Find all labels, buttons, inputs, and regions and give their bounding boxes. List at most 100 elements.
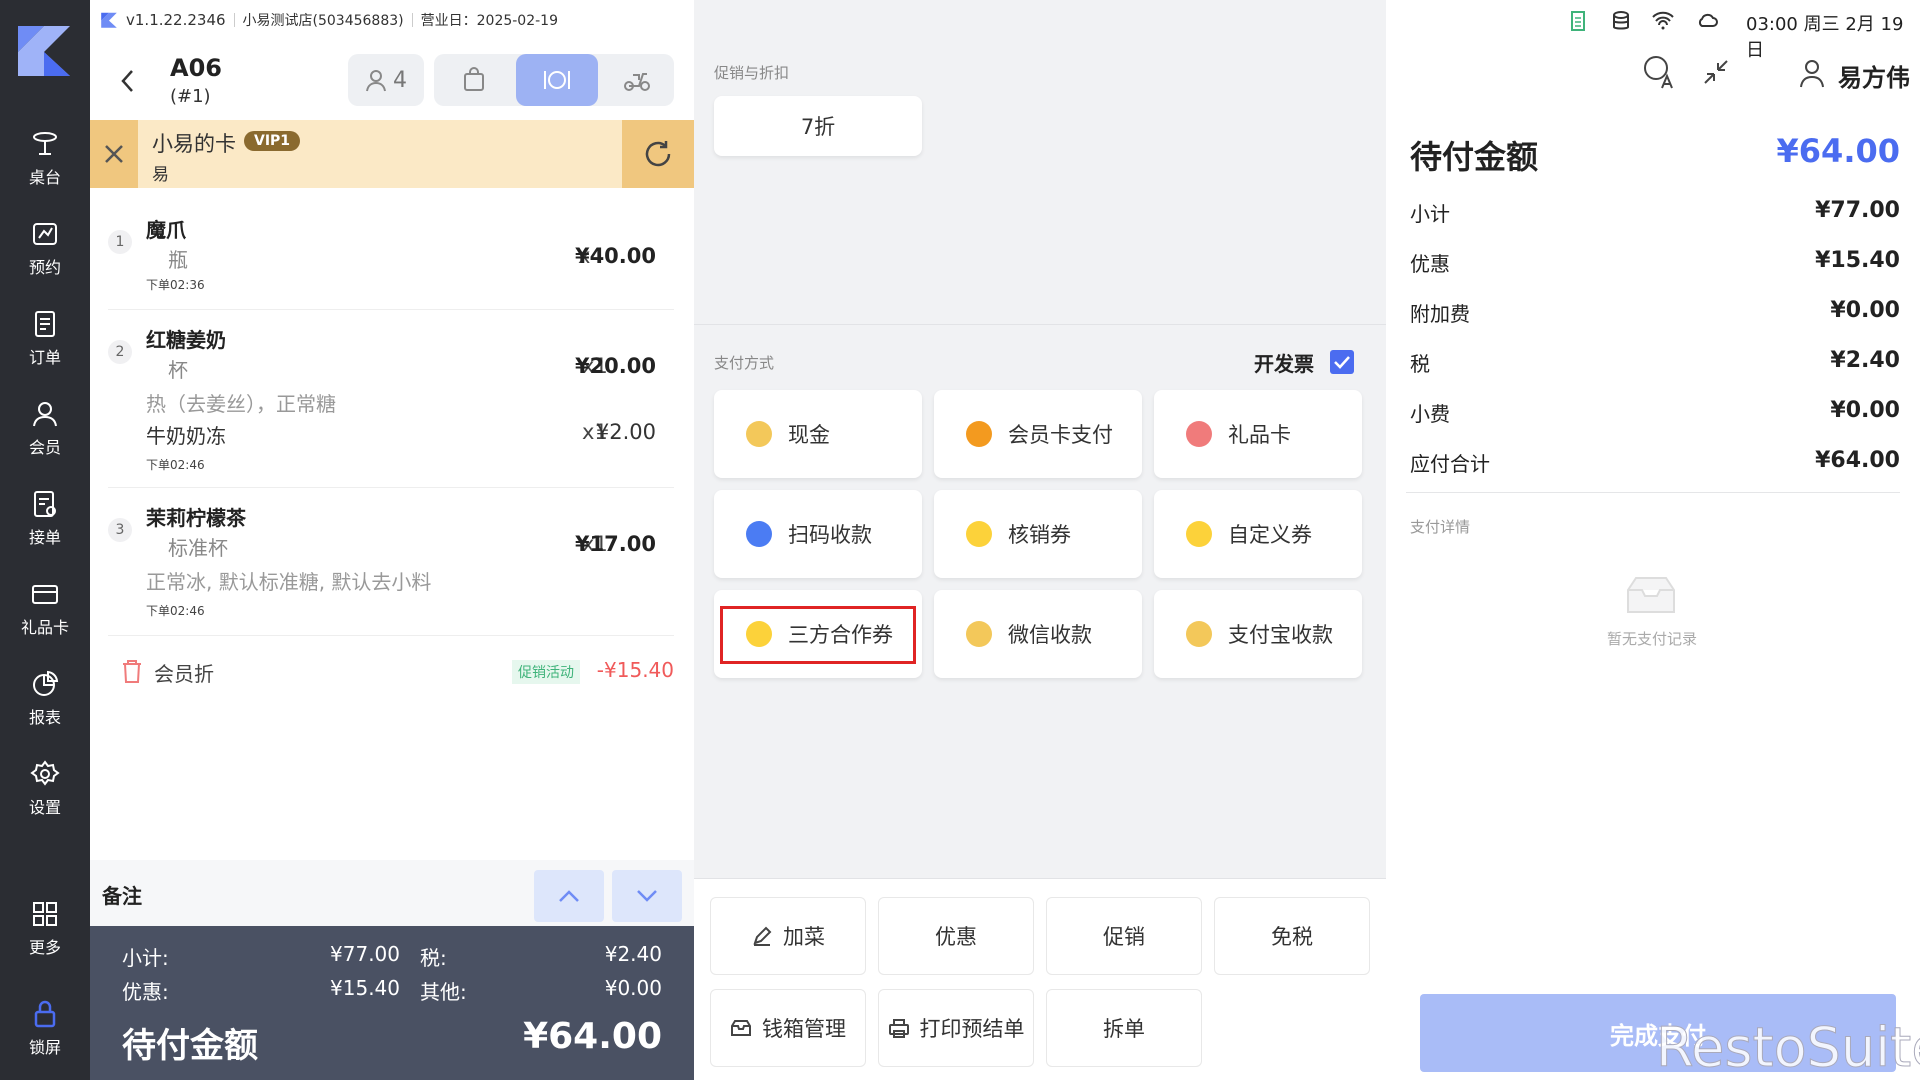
footer-other-label: 其他: (420, 980, 467, 1004)
alipay-icon (1186, 621, 1212, 647)
dine-in-mode-button[interactable] (516, 54, 598, 106)
refresh-member-button[interactable] (622, 120, 694, 188)
delivery-mode-button[interactable] (600, 54, 674, 106)
scroll-up-button[interactable] (534, 870, 604, 922)
settings-icon (30, 760, 60, 786)
sim-icon (1571, 11, 1585, 31)
person-icon (366, 70, 386, 92)
tax-free-button[interactable]: 免税 (1214, 897, 1370, 975)
nav-item-order[interactable]: 订单 (0, 300, 90, 380)
row-label: 优惠 (1410, 252, 1450, 276)
item-price: ¥40.00 (574, 244, 656, 268)
row-label: 小计 (1410, 202, 1450, 226)
payment-detail-label: 支付详情 (1410, 518, 1471, 536)
pay-scan-button[interactable]: 扫码收款 (714, 490, 922, 578)
takeaway-mode-button[interactable] (434, 54, 514, 106)
action-bar: 加菜 优惠 促销 免税 钱箱管理 打印预结单 拆单 (694, 878, 1386, 1080)
scroll-down-button[interactable] (612, 870, 682, 922)
nav-item-more[interactable]: 更多 (0, 890, 90, 970)
chevron-down-icon (637, 890, 657, 902)
order-item[interactable]: 1 魔爪 瓶 x4 ¥40.00 下单02:36 (108, 200, 674, 310)
promo-tag: 促销活动 (512, 660, 580, 684)
summary-row-surcharge: 附加费 ¥0.00 (1410, 298, 1900, 327)
nav-item-settings[interactable]: 设置 (0, 750, 90, 830)
split-bill-button[interactable]: 拆单 (1046, 989, 1202, 1067)
back-arrow-icon[interactable] (118, 68, 138, 94)
pay-custom-coupon-button[interactable]: 自定义券 (1154, 490, 1362, 578)
footer-due-label: 待付金额 (122, 1026, 258, 1066)
table-name: A06 (170, 54, 222, 82)
promo-section-label: 促销与折扣 (714, 64, 790, 82)
footer-due: ¥64.00 (523, 1016, 662, 1057)
pay-wechat-button[interactable]: 微信收款 (934, 590, 1142, 678)
translate-icon[interactable] (1642, 54, 1678, 90)
pay-cash-button[interactable]: 现金 (714, 390, 922, 478)
row-label: 附加费 (1410, 302, 1470, 326)
remark-label[interactable]: 备注 (102, 880, 142, 909)
action-label: 加菜 (783, 925, 825, 949)
empty-box-icon (1627, 577, 1675, 613)
item-index: 3 (108, 518, 132, 542)
order-panel: v1.1.22.2346 小易测试店(503456883) 营业日：2025-0… (90, 0, 694, 1080)
nav-item-report[interactable]: 报表 (0, 660, 90, 740)
add-dish-button[interactable]: 加菜 (710, 897, 866, 975)
pay-gift-card-button[interactable]: 礼品卡 (1154, 390, 1362, 478)
collapse-icon[interactable] (1702, 58, 1730, 86)
reservation-icon (33, 223, 57, 245)
footer-tax: ¥2.40 (604, 942, 662, 966)
footer-subtotal: ¥77.00 (330, 942, 400, 966)
guest-count-button[interactable]: 4 (348, 54, 424, 106)
side-nav: 桌台 预约 订单 会员 接单 礼品卡 报表 设置 更多 锁屏 (0, 0, 90, 1080)
member-name: 易 (152, 165, 169, 185)
pay-alipay-button[interactable]: 支付宝收款 (1154, 590, 1362, 678)
user-name[interactable]: 易方伟 (1838, 58, 1910, 93)
nav-item-reservation[interactable]: 预约 (0, 210, 90, 290)
offer-button[interactable]: 优惠 (878, 897, 1034, 975)
chevron-up-icon (559, 890, 579, 902)
nav-item-accept-order[interactable]: 接单 (0, 480, 90, 560)
row-value: ¥2.40 (1830, 348, 1900, 373)
item-time: 下单02:46 (146, 604, 205, 618)
member-icon (33, 402, 57, 427)
pay-member-card-button[interactable]: 会员卡支付 (934, 390, 1142, 478)
action-label: 拆单 (1103, 1017, 1145, 1041)
nav-item-gift-card[interactable]: 礼品卡 (0, 570, 90, 650)
user-icon[interactable] (1798, 58, 1826, 88)
summary-row-discount: 优惠 ¥15.40 (1410, 248, 1900, 277)
business-day: 营业日：2025-02-19 (420, 13, 558, 29)
summary-row-tip: 小费 ¥0.00 (1410, 398, 1900, 427)
coupon-icon (966, 521, 992, 547)
bag-icon (464, 67, 484, 91)
item-name: 红糖姜奶 (146, 328, 226, 352)
nav-label: 订单 (28, 348, 61, 367)
pay-third-party-coupon-button[interactable]: 三方合作券 (714, 590, 922, 678)
status-time: 03:00 周三 2月 19日 (1746, 14, 1904, 61)
nav-item-table[interactable]: 桌台 (0, 120, 90, 200)
trash-icon[interactable] (120, 658, 144, 684)
pay-verify-coupon-button[interactable]: 核销券 (934, 490, 1142, 578)
payment-panel: 促销与折扣 7折 支付方式 开发票 现金 会员卡支付 礼品卡 扫码收款 核销券 … (694, 0, 1386, 1080)
remove-member-button[interactable] (90, 120, 138, 188)
addon-price: ¥2.00 (595, 420, 656, 444)
accept-order-icon (34, 491, 56, 517)
pay-method-label: 微信收款 (1008, 623, 1092, 647)
pay-method-label: 礼品卡 (1228, 423, 1291, 447)
divider (233, 13, 235, 27)
member-card-name: 小易的卡 (152, 132, 236, 156)
nav-item-member[interactable]: 会员 (0, 390, 90, 470)
more-icon (33, 902, 57, 926)
vip-badge: VIP1 (244, 131, 301, 151)
order-item[interactable]: 2 红糖姜奶 杯 x1 ¥20.00 热（去姜丝），正常糖 牛奶奶冻 x1 ¥2… (108, 310, 674, 488)
store-name: 小易测试店(503456883) (242, 13, 404, 29)
order-item[interactable]: 3 茉莉柠檬茶 标准杯 x1 ¥17.00 正常冰, 默认标准糖, 默认去小料 … (108, 488, 674, 636)
action-label: 优惠 (935, 925, 977, 949)
invoice-checkbox[interactable] (1330, 350, 1354, 374)
discount-70-button[interactable]: 7折 (714, 96, 922, 156)
promotion-button[interactable]: 促销 (1046, 897, 1202, 975)
cash-drawer-button[interactable]: 钱箱管理 (710, 989, 866, 1067)
print-prebill-button[interactable]: 打印预结单 (878, 989, 1034, 1067)
close-icon (105, 145, 123, 163)
nav-item-lock[interactable]: 锁屏 (0, 990, 90, 1070)
drawer-icon (731, 1020, 751, 1036)
row-value: ¥0.00 (1830, 298, 1900, 323)
